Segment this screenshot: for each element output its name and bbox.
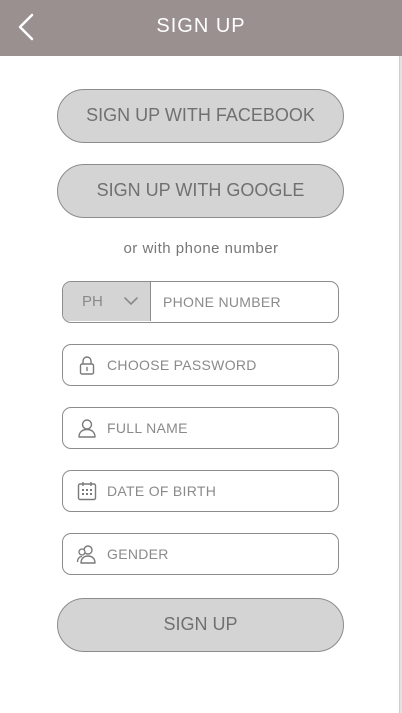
back-button[interactable] xyxy=(10,10,46,46)
phone-number-input[interactable] xyxy=(163,282,333,321)
lock-icon xyxy=(79,356,95,375)
app-header: SIGN UP xyxy=(0,0,402,56)
signup-screen: SIGN UP SIGN UP WITH FACEBOOK SIGN UP WI… xyxy=(0,0,402,713)
gender-input[interactable] xyxy=(107,534,331,573)
full-name-field xyxy=(62,407,339,449)
gender-field xyxy=(62,533,339,575)
date-of-birth-input[interactable] xyxy=(107,471,331,510)
google-signup-button[interactable]: SIGN UP WITH GOOGLE xyxy=(57,164,344,218)
signup-submit-button[interactable]: SIGN UP xyxy=(57,598,344,652)
date-of-birth-field xyxy=(62,470,339,512)
alt-signup-label: or with phone number xyxy=(123,240,279,257)
gender-icon xyxy=(76,545,96,564)
facebook-signup-button[interactable]: SIGN UP WITH FACEBOOK xyxy=(57,89,344,143)
chevron-left-icon xyxy=(18,13,34,41)
phone-field: PH xyxy=(62,281,339,323)
country-code-select[interactable]: PH xyxy=(63,282,151,321)
chevron-down-icon xyxy=(124,297,138,305)
password-field xyxy=(62,344,339,386)
calendar-icon xyxy=(77,482,97,501)
page-title: SIGN UP xyxy=(156,15,246,37)
country-code-value: PH xyxy=(82,293,103,310)
user-icon xyxy=(78,419,96,438)
password-input[interactable] xyxy=(107,345,331,384)
full-name-input[interactable] xyxy=(107,408,331,447)
